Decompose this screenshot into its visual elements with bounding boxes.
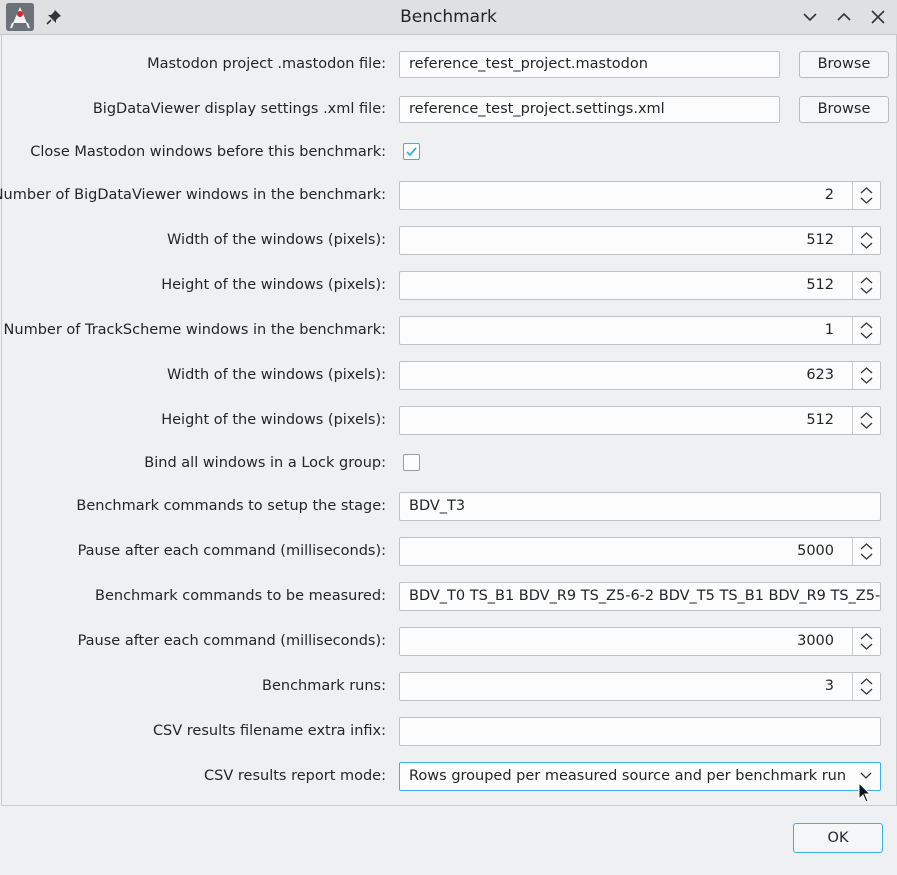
bdv-count-spinner[interactable]: 2: [399, 181, 881, 210]
mastodon-file-field[interactable]: reference_test_project.mastodon: [399, 51, 780, 78]
csv-infix-field[interactable]: [399, 717, 881, 746]
bdv-height-value[interactable]: 512: [400, 272, 844, 299]
spinner-arrows-icon[interactable]: [852, 628, 880, 655]
measured-commands-field[interactable]: BDV_T0 TS_B1 BDV_R9 TS_Z5-6-2 BDV_T5 TS_…: [399, 582, 881, 611]
setup-pause-label: Pause after each command (milliseconds):: [77, 543, 386, 559]
ts-width-spinner[interactable]: 623: [399, 361, 881, 390]
window-title: Benchmark: [400, 7, 497, 27]
bdv-height-spinner[interactable]: 512: [399, 271, 881, 300]
setup-pause-value[interactable]: 5000: [400, 538, 844, 565]
bdv-width-spinner[interactable]: 512: [399, 226, 881, 255]
bdv-count-value[interactable]: 2: [400, 182, 844, 209]
setup-commands-field[interactable]: BDV_T3: [399, 492, 881, 521]
bdv-height-label: Height of the windows (pixels):: [161, 277, 386, 293]
bdv-width-label: Width of the windows (pixels):: [167, 232, 386, 248]
checkmark-icon: [406, 147, 417, 157]
ts-height-spinner[interactable]: 512: [399, 406, 881, 435]
measured-commands-label: Benchmark commands to be measured:: [95, 588, 386, 604]
ts-width-value[interactable]: 623: [400, 362, 844, 389]
bdv-settings-field[interactable]: reference_test_project.settings.xml: [399, 96, 780, 123]
report-mode-value: Rows grouped per measured source and per…: [409, 768, 847, 784]
runs-label: Benchmark runs:: [262, 678, 386, 694]
ts-height-label: Height of the windows (pixels):: [161, 412, 386, 428]
report-mode-select[interactable]: Rows grouped per measured source and per…: [399, 762, 881, 791]
chevron-up-icon[interactable]: [836, 9, 852, 25]
bdv-width-value[interactable]: 512: [400, 227, 844, 254]
lock-group-checkbox[interactable]: [403, 454, 420, 471]
close-icon[interactable]: [870, 9, 886, 25]
spinner-arrows-icon[interactable]: [852, 362, 880, 389]
title-bar: Benchmark: [0, 0, 897, 35]
spinner-arrows-icon[interactable]: [852, 317, 880, 344]
ts-count-value[interactable]: 1: [400, 317, 844, 344]
report-mode-label: CSV results report mode:: [204, 768, 386, 784]
mouse-cursor-icon: [858, 781, 872, 808]
mastodon-file-label: Mastodon project .mastodon file:: [147, 56, 386, 72]
browse-settings-button[interactable]: Browse: [799, 96, 889, 123]
ts-width-label: Width of the windows (pixels):: [167, 367, 386, 383]
dialog-footer: [0, 806, 897, 875]
csv-infix-label: CSV results filename extra infix:: [152, 723, 386, 739]
spinner-arrows-icon[interactable]: [852, 272, 880, 299]
spinner-arrows-icon[interactable]: [852, 182, 880, 209]
measured-pause-spinner[interactable]: 3000: [399, 627, 881, 656]
spinner-arrows-icon[interactable]: [852, 538, 880, 565]
spinner-arrows-icon[interactable]: [852, 407, 880, 434]
close-windows-label: Close Mastodon windows before this bench…: [30, 144, 386, 160]
bdv-count-label: Number of BigDataViewer windows in the b…: [0, 187, 386, 203]
ts-height-value[interactable]: 512: [400, 407, 844, 434]
setup-commands-label: Benchmark commands to setup the stage:: [76, 498, 386, 514]
runs-value[interactable]: 3: [400, 673, 844, 700]
chevron-down-icon: [860, 772, 872, 779]
spinner-arrows-icon[interactable]: [852, 227, 880, 254]
close-windows-checkbox[interactable]: [403, 143, 420, 160]
setup-pause-spinner[interactable]: 5000: [399, 537, 881, 566]
measured-pause-label: Pause after each command (milliseconds):: [77, 633, 386, 649]
runs-spinner[interactable]: 3: [399, 672, 881, 701]
lock-group-label: Bind all windows in a Lock group:: [144, 455, 386, 471]
chevron-down-icon[interactable]: [802, 9, 818, 25]
ts-count-label: Number of TrackScheme windows in the ben…: [3, 322, 386, 338]
measured-pause-value[interactable]: 3000: [400, 628, 844, 655]
ok-button[interactable]: OK: [793, 823, 883, 853]
bdv-settings-label: BigDataViewer display settings .xml file…: [92, 101, 386, 117]
ts-count-spinner[interactable]: 1: [399, 316, 881, 345]
spinner-arrows-icon[interactable]: [852, 673, 880, 700]
browse-mastodon-button[interactable]: Browse: [799, 51, 889, 78]
